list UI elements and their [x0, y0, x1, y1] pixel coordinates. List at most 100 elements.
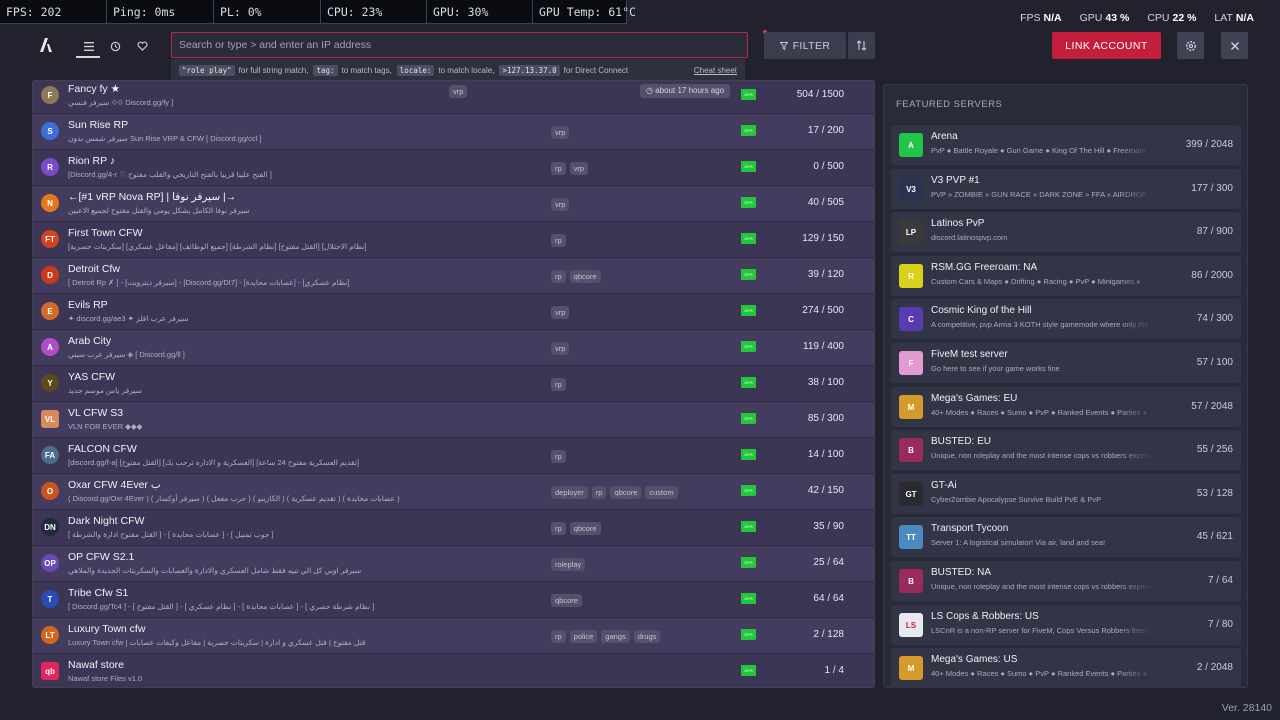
server-row[interactable]: N ←[#1 vRP Nova RP] | سيرفر نوفا |→ سيرفر …	[33, 186, 874, 222]
featured-server-card[interactable]: R RSM.GG Freeroam: NA Custom Cars & Maps ●…	[891, 256, 1241, 296]
featured-server-card[interactable]: B BUSTED: NA Unique, non roleplay and the …	[891, 561, 1241, 601]
server-row[interactable]: Y YAS CFW سيرفر ياس موسم جديد rp GPS 38 / 100	[33, 366, 874, 402]
server-row[interactable]: D Detroit Cfw [ Detroit Rp ✗ ] - [سيرفر دي…	[33, 258, 874, 294]
player-count: 42 / 150	[807, 485, 844, 496]
server-tag[interactable]: vrp	[551, 342, 570, 355]
featured-server-name: Mega's Games: EU	[931, 393, 1018, 404]
server-icon: LT	[41, 626, 59, 644]
server-tag[interactable]: vrp	[449, 85, 468, 98]
server-tag[interactable]: rp	[551, 630, 566, 643]
featured-player-count: 7 / 64	[1207, 575, 1233, 586]
server-row[interactable]: qb Nawaf store Nawaf store Files v1.0 GPS 1 …	[33, 654, 874, 687]
game-build-badge-icon: GPS	[741, 449, 756, 460]
featured-server-name: LS Cops & Robbers: US	[931, 611, 1039, 622]
server-tags: vrp	[551, 306, 570, 319]
stat-lat: LAT N/A	[1214, 12, 1254, 24]
server-tags: rp police gangs drugs	[551, 630, 661, 643]
list-view-icon[interactable]	[76, 37, 102, 55]
server-row[interactable]: VL VL CFW S3 VLN FOR EVER ◆◆◆ GPS 85 / 300	[33, 402, 874, 438]
server-row[interactable]: E Evils RP ✦ discord.gg/ae3 ✦ سيرفر عرب اف…	[33, 294, 874, 330]
featured-player-count: 87 / 900	[1196, 226, 1233, 237]
server-row[interactable]: T Tribe Cfw S1 [ Discord.gg/Tc4 ] - [ القت…	[33, 582, 874, 618]
server-tag[interactable]: vrp	[551, 198, 570, 211]
filter-button[interactable]: FILTER	[764, 32, 846, 59]
cheat-sheet-link[interactable]: Cheat sheet	[694, 66, 737, 75]
server-icon: OP	[41, 554, 59, 572]
server-row[interactable]: O Oxar CFW 4Ever ب ( Discord.gg/Oxr 4Ever …	[33, 474, 874, 510]
server-icon: O	[41, 482, 59, 500]
server-row[interactable]: R Rion RP ♪ [Discord.gg/4-r ♡ الفتح علينا …	[33, 150, 874, 186]
server-tag[interactable]: rp	[551, 162, 566, 175]
server-row[interactable]: F Fancy fy ★ سيرفر فنسي ⟐⟐ Discord.gg/fy ]…	[33, 81, 874, 114]
server-tags: rp qbcore	[551, 270, 601, 283]
server-tag[interactable]: deployer	[551, 486, 588, 499]
server-tag[interactable]: vrp	[569, 162, 589, 175]
search-input[interactable]: Search or type > and enter an IP address	[171, 32, 748, 58]
history-icon[interactable]	[102, 37, 128, 55]
featured-server-icon: LP	[899, 220, 923, 244]
stat-fps: FPS N/A	[1020, 12, 1062, 24]
server-tag[interactable]: police	[569, 630, 598, 643]
server-list[interactable]: F Fancy fy ★ سيرفر فنسي ⟐⟐ Discord.gg/fy ]…	[32, 80, 875, 688]
server-tag[interactable]: vrp	[551, 306, 570, 319]
featured-server-card[interactable]: TT Transport Tycoon Server 1: A logistical…	[891, 517, 1241, 557]
featured-server-card[interactable]: C Cosmic King of the Hill A competitive, p…	[891, 299, 1241, 339]
server-row[interactable]: S Sun Rise RP سيرفر شمس بدون Sun Rise VRP …	[33, 114, 874, 150]
server-description: [ Discord.gg/Tc4 ] - [ القتل مفتوح ] - […	[68, 602, 375, 611]
game-build-badge-icon: GPS	[741, 593, 756, 604]
server-description: ( Discord.gg/Oxr 4Ever ) ( سيرفر أوكسار …	[68, 494, 400, 503]
server-row[interactable]: FA FALCON CFW [discord.gg/f-a] [القتل مفتو…	[33, 438, 874, 474]
server-tag[interactable]: vrp	[551, 126, 570, 139]
server-tag[interactable]: roleplay	[551, 558, 586, 571]
server-tag[interactable]: rp	[551, 234, 566, 247]
featured-player-count: 177 / 300	[1191, 183, 1233, 194]
link-account-button[interactable]: LINK ACCOUNT	[1052, 32, 1161, 59]
server-tag[interactable]: rp	[551, 378, 566, 391]
server-row[interactable]: A Arab City سيرفر عرب سيتي ◈ [ Discord.gg/…	[33, 330, 874, 366]
featured-server-card[interactable]: LS LS Cops & Robbers: US LSCnR is a non-RP…	[891, 605, 1241, 645]
server-tag[interactable]: rp	[551, 450, 566, 463]
featured-server-card[interactable]: B BUSTED: EU Unique, non roleplay and the …	[891, 430, 1241, 470]
sort-button[interactable]	[848, 32, 875, 59]
server-icon: VL	[41, 410, 59, 428]
server-name: FALCON CFW	[68, 443, 137, 455]
server-tag[interactable]: qbcore	[569, 270, 601, 283]
server-tag[interactable]: custom	[645, 486, 678, 499]
perf-gpu: GPU: 30%	[427, 0, 533, 24]
server-icon: qb	[41, 662, 59, 680]
server-tag[interactable]: rp	[551, 522, 566, 535]
server-tags: rp vrp	[551, 162, 589, 175]
close-button[interactable]	[1221, 32, 1248, 59]
server-tag[interactable]: rp	[551, 270, 566, 283]
server-row[interactable]: FT First Town CFW [سكربتات حصرية] [مفاعل ع…	[33, 222, 874, 258]
last-seen-text: about 17 hours ago	[655, 86, 725, 95]
featured-server-card[interactable]: GT GT-Ai CyberZombie Apocalypse Survive Bu…	[891, 474, 1241, 514]
search-hints: "role play" for full string match, tag: to…	[171, 59, 745, 81]
server-tag[interactable]: gangs	[601, 630, 630, 643]
sort-arrows-icon	[856, 40, 867, 51]
server-tag[interactable]: rp	[591, 486, 607, 499]
featured-server-icon: M	[899, 656, 923, 680]
featured-server-card[interactable]: V3 V3 PVP #1 PVP » ZOMBIE » GUN RACE » DAR…	[891, 169, 1241, 209]
server-name: Fancy fy ★	[68, 83, 121, 95]
fivem-logo-icon[interactable]	[38, 37, 54, 53]
featured-server-card[interactable]: A Arena PvP ● Battle Royale ● Gun Game ● K…	[891, 125, 1241, 165]
server-tag[interactable]: qbcore	[551, 594, 582, 607]
server-icon: S	[41, 122, 59, 140]
server-tag[interactable]: qbcore	[569, 522, 601, 535]
featured-server-card[interactable]: LP Latinos PvP discord.latinospvp.com 87 / …	[891, 212, 1241, 252]
featured-server-icon: V3	[899, 177, 923, 201]
player-count: 25 / 64	[813, 557, 844, 568]
featured-server-card[interactable]: M Mega's Games: EU 40+ Modes ● Races ● Sum…	[891, 387, 1241, 427]
featured-server-card[interactable]: F FiveM test server Go here to see if your…	[891, 343, 1241, 383]
server-tag[interactable]: drugs	[633, 630, 661, 643]
featured-server-description: LSCnR is a non-RP server for FiveM, Cops…	[931, 626, 1153, 635]
server-row[interactable]: OP OP CFW S2.1 سيرفر اوبي كل الي تبيه فقط …	[33, 546, 874, 582]
settings-button[interactable]	[1177, 32, 1204, 59]
server-row[interactable]: LT Luxury Town cfw Luxury Town cfw | قتل م…	[33, 618, 874, 654]
perf-stats-right: FPS N/A GPU 43 % CPU 22 % LAT N/A	[1020, 12, 1254, 24]
server-row[interactable]: DN Dark Night CFW [ القتل مفتوح ادارة والش…	[33, 510, 874, 546]
featured-server-card[interactable]: M Mega's Games: US 40+ Modes ● Races ● Sum…	[891, 648, 1241, 688]
favorites-heart-icon[interactable]	[129, 37, 155, 55]
server-tag[interactable]: qbcore	[610, 486, 642, 499]
